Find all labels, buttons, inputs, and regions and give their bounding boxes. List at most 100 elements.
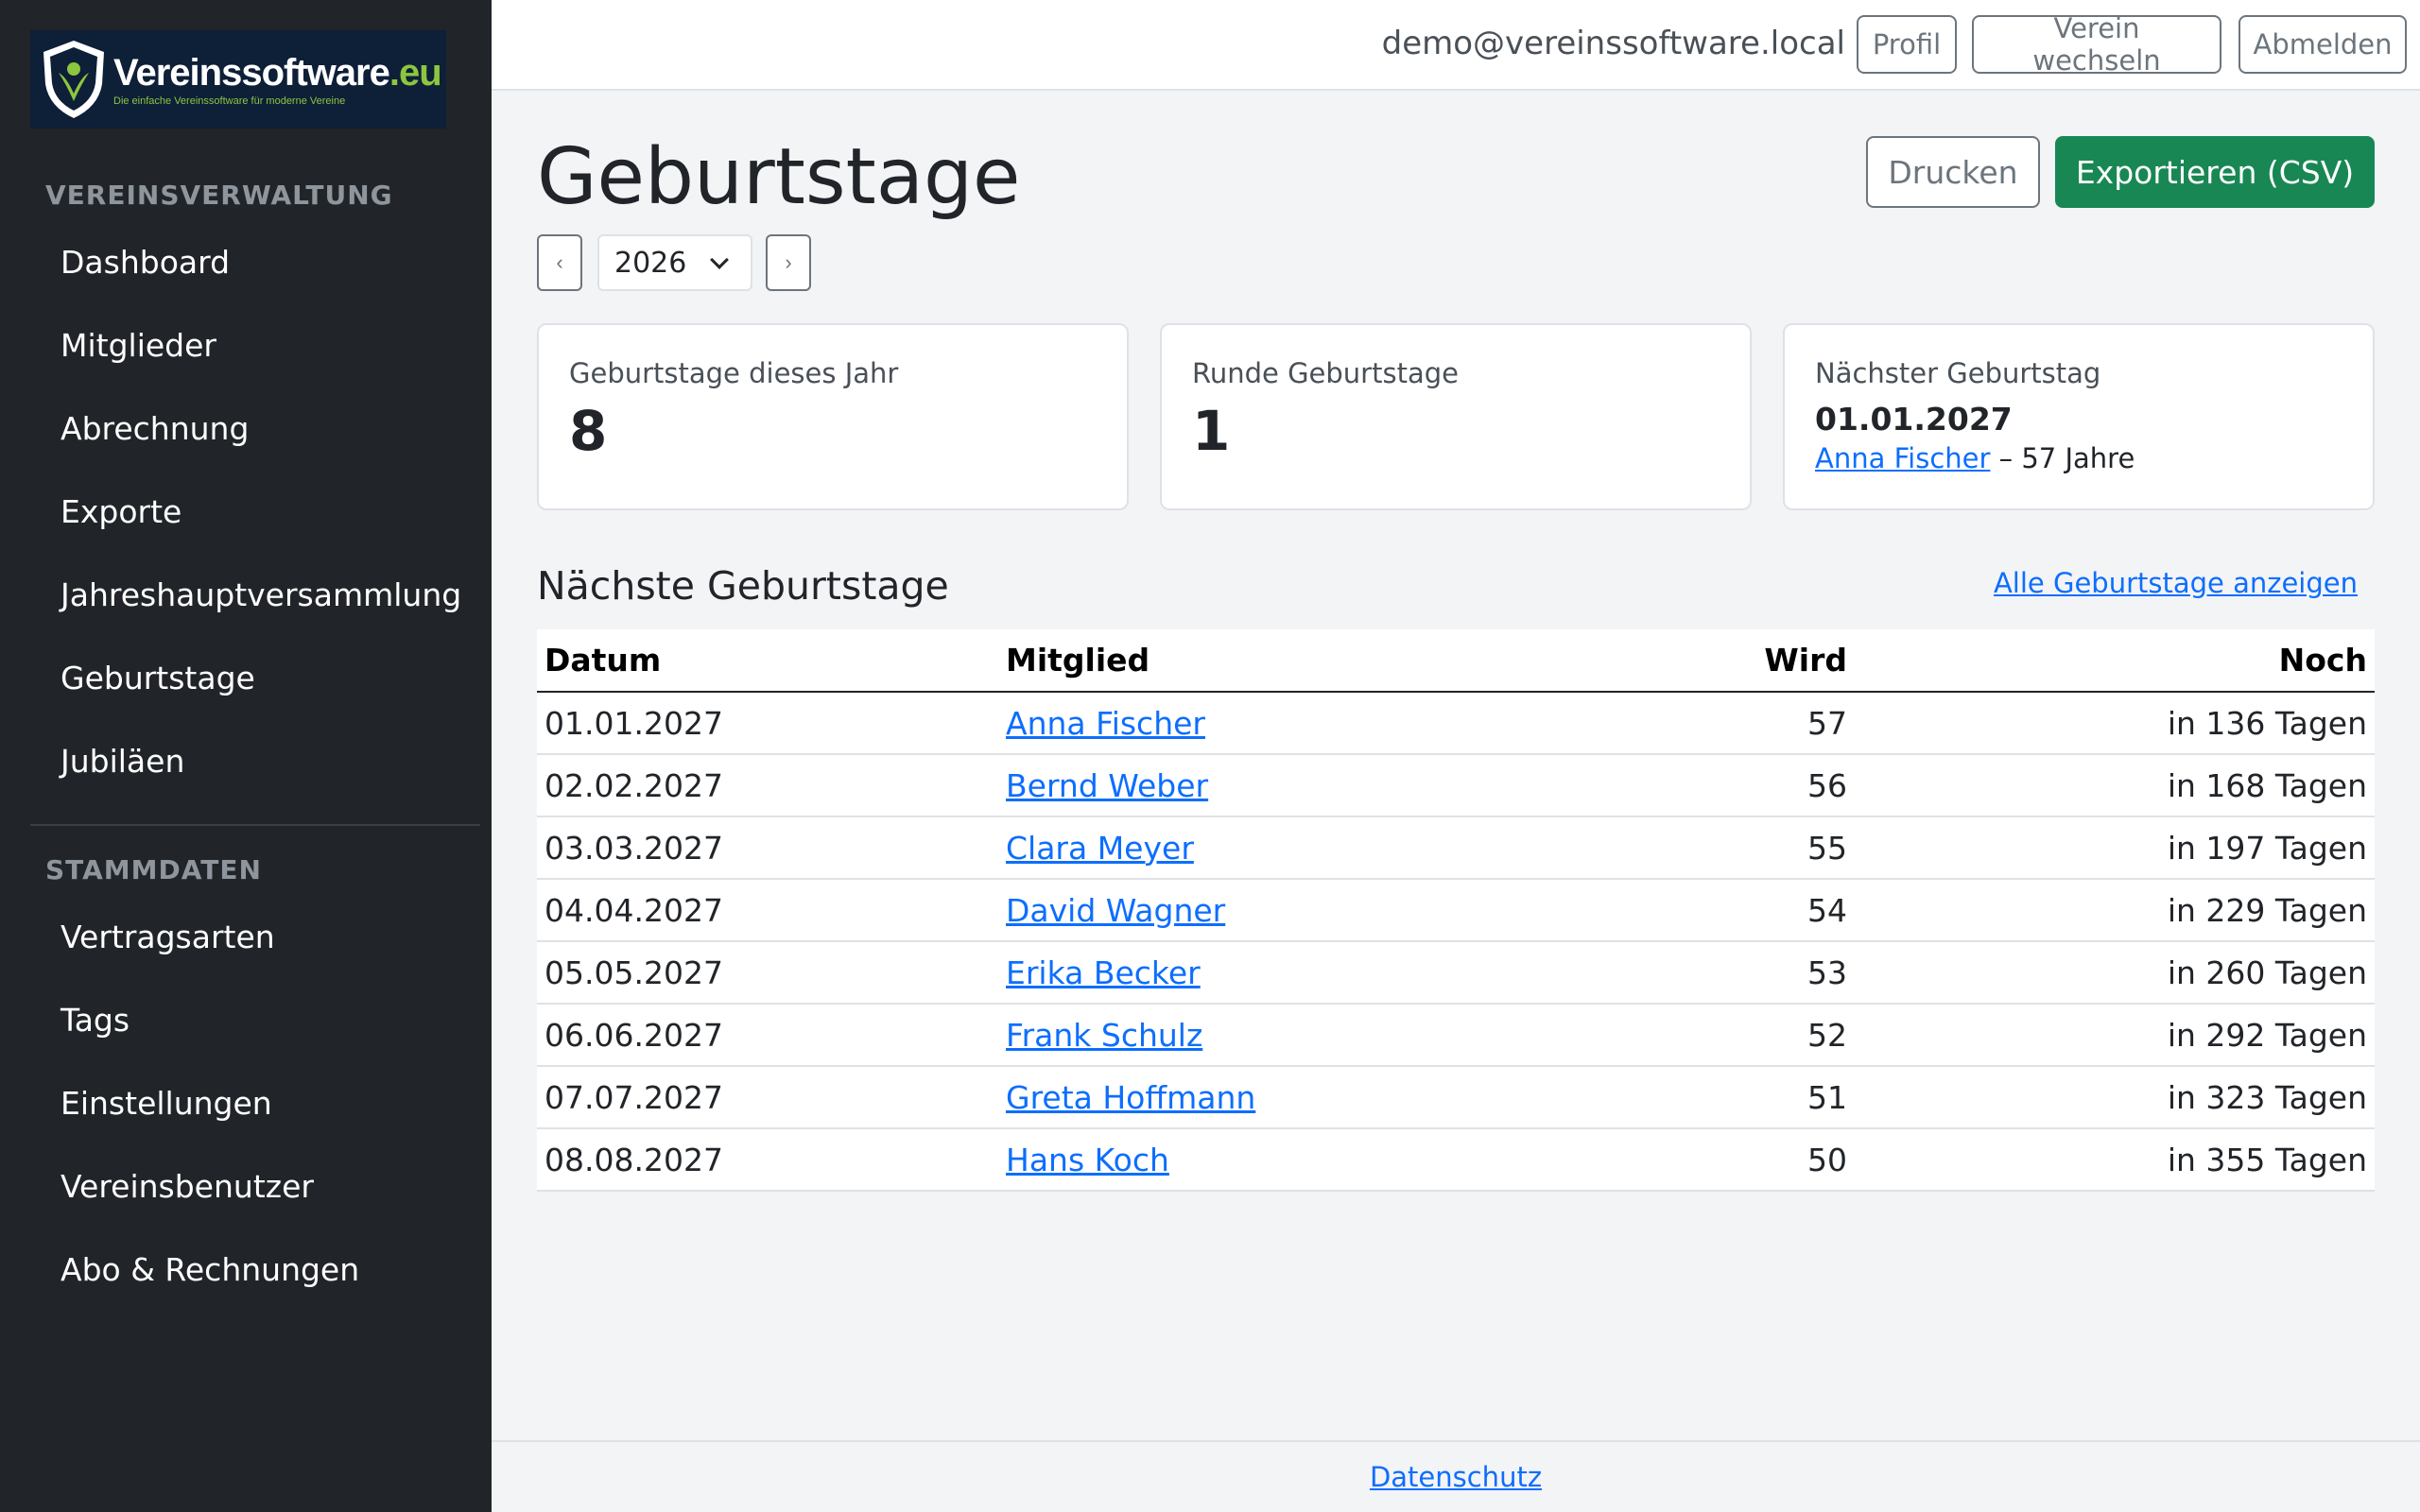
column-header-date: Datum — [537, 629, 998, 693]
stat-card-label: Nächster Geburtstag — [1815, 357, 2101, 389]
sidebar-item-vertragsarten[interactable]: Vertragsarten — [60, 919, 275, 955]
cell-date: 06.06.2027 — [537, 1004, 998, 1067]
profile-button[interactable]: Profil — [1857, 15, 1957, 74]
show-all-birthdays-link[interactable]: Alle Geburtstage anzeigen — [1994, 567, 2358, 599]
cell-member: Bernd Weber — [998, 754, 1452, 817]
cell-member: David Wagner — [998, 879, 1452, 942]
table-row: 04.04.2027 David Wagner 54 in 229 Tagen — [537, 879, 2375, 942]
section-title-upcoming: Nächste Geburtstage — [537, 563, 949, 609]
table-row: 06.06.2027 Frank Schulz 52 in 292 Tagen — [537, 1004, 2375, 1067]
member-link[interactable]: Erika Becker — [1006, 954, 1201, 991]
cell-date: 07.07.2027 — [537, 1066, 998, 1129]
sidebar-heading-vereinsverwaltung: VEREINSVERWALTUNG — [45, 180, 393, 211]
stat-card-value: 8 — [569, 399, 608, 463]
stat-card-label: Geburtstage dieses Jahr — [569, 357, 899, 389]
chevron-down-icon — [710, 250, 729, 269]
column-header-age: Wird — [1452, 629, 1855, 693]
birthdays-table: Datum Mitglied Wird Noch 01.01.2027 Anna… — [537, 629, 2375, 1192]
cell-date: 04.04.2027 — [537, 879, 998, 942]
privacy-link[interactable]: Datenschutz — [1370, 1461, 1542, 1493]
sidebar-item-mitglieder[interactable]: Mitglieder — [60, 327, 216, 364]
switch-club-button[interactable]: Verein wechseln — [1972, 12, 2221, 77]
cell-age: 57 — [1452, 692, 1855, 755]
cell-remaining: in 260 Tagen — [1855, 941, 2375, 1005]
table-row: 02.02.2027 Bernd Weber 56 in 168 Tagen — [537, 754, 2375, 817]
column-header-remaining: Noch — [1855, 629, 2375, 693]
year-select-value: 2026 — [614, 246, 687, 280]
cell-age: 54 — [1452, 879, 1855, 942]
cell-remaining: in 168 Tagen — [1855, 754, 2375, 817]
cell-remaining: in 136 Tagen — [1855, 692, 2375, 755]
table-row: 07.07.2027 Greta Hoffmann 51 in 323 Tage… — [537, 1066, 2375, 1129]
next-birthday-member-link[interactable]: Anna Fischer — [1815, 442, 1990, 474]
sidebar-item-einstellungen[interactable]: Einstellungen — [60, 1085, 272, 1122]
column-header-member: Mitglied — [998, 629, 1452, 693]
brand-title: Vereinssoftware.eu — [113, 52, 442, 94]
cell-member: Frank Schulz — [998, 1004, 1452, 1067]
member-link[interactable]: Hans Koch — [1006, 1142, 1169, 1178]
cell-age: 56 — [1452, 754, 1855, 817]
sidebar-heading-stammdaten: STAMMDATEN — [45, 854, 262, 885]
stat-card-label: Runde Geburtstage — [1192, 357, 1459, 389]
page-title: Geburtstage — [537, 132, 1021, 222]
member-link[interactable]: David Wagner — [1006, 892, 1225, 929]
stat-card-value: 1 — [1192, 399, 1231, 463]
cell-date: 01.01.2027 — [537, 692, 998, 755]
cell-date: 02.02.2027 — [537, 754, 998, 817]
sidebar-item-jahreshauptversammlung[interactable]: Jahreshauptversammlung — [60, 576, 461, 613]
cell-member: Hans Koch — [998, 1128, 1452, 1192]
topbar: demo@vereinssoftware.local Profil Verein… — [492, 0, 2420, 91]
sidebar-item-geburtstage[interactable]: Geburtstage — [60, 660, 255, 696]
cell-remaining: in 229 Tagen — [1855, 879, 2375, 942]
year-select[interactable]: 2026 — [597, 234, 752, 291]
member-link[interactable]: Frank Schulz — [1006, 1017, 1202, 1054]
next-year-button[interactable]: › — [766, 234, 811, 291]
table-row: 05.05.2027 Erika Becker 53 in 260 Tagen — [537, 941, 2375, 1005]
sidebar-item-abrechnung[interactable]: Abrechnung — [60, 410, 249, 447]
cell-age: 53 — [1452, 941, 1855, 1005]
logout-button[interactable]: Abmelden — [2238, 15, 2407, 74]
print-button[interactable]: Drucken — [1866, 136, 2040, 208]
cell-remaining: in 292 Tagen — [1855, 1004, 2375, 1067]
shield-logo-icon — [43, 41, 104, 118]
cell-remaining: in 355 Tagen — [1855, 1128, 2375, 1192]
member-link[interactable]: Anna Fischer — [1006, 705, 1205, 742]
cell-date: 03.03.2027 — [537, 816, 998, 880]
stat-card-round-birthdays: Runde Geburtstage 1 — [1160, 323, 1752, 510]
cell-member: Greta Hoffmann — [998, 1066, 1452, 1129]
next-birthday-date: 01.01.2027 — [1815, 401, 2013, 438]
cell-member: Anna Fischer — [998, 692, 1452, 755]
cell-age: 50 — [1452, 1128, 1855, 1192]
sidebar-item-jubilaeen[interactable]: Jubiläen — [60, 743, 184, 780]
cell-date: 05.05.2027 — [537, 941, 998, 1005]
cell-date: 08.08.2027 — [537, 1128, 998, 1192]
user-email: demo@vereinssoftware.local — [1381, 25, 1845, 62]
sidebar-divider — [30, 824, 480, 826]
cell-remaining: in 197 Tagen — [1855, 816, 2375, 880]
sidebar: Vereinssoftware.eu Die einfache Vereinss… — [0, 0, 492, 1512]
stat-card-next-birthday: Nächster Geburtstag 01.01.2027 Anna Fisc… — [1783, 323, 2375, 510]
export-csv-button[interactable]: Exportieren (CSV) — [2055, 136, 2375, 208]
brand-tagline: Die einfache Vereinssoftware für moderne… — [113, 95, 346, 107]
member-link[interactable]: Bernd Weber — [1006, 767, 1208, 804]
cell-remaining: in 323 Tagen — [1855, 1066, 2375, 1129]
member-link[interactable]: Clara Meyer — [1006, 830, 1194, 867]
sidebar-item-vereinsbenutzer[interactable]: Vereinsbenutzer — [60, 1168, 314, 1205]
sidebar-item-exporte[interactable]: Exporte — [60, 493, 182, 530]
cell-member: Clara Meyer — [998, 816, 1452, 880]
cell-age: 52 — [1452, 1004, 1855, 1067]
cell-member: Erika Becker — [998, 941, 1452, 1005]
cell-age: 51 — [1452, 1066, 1855, 1129]
table-row: 08.08.2027 Hans Koch 50 in 355 Tagen — [537, 1128, 2375, 1192]
table-row: 03.03.2027 Clara Meyer 55 in 197 Tagen — [537, 816, 2375, 880]
sidebar-item-tags[interactable]: Tags — [60, 1002, 130, 1039]
previous-year-button[interactable]: ‹ — [537, 234, 582, 291]
member-link[interactable]: Greta Hoffmann — [1006, 1079, 1255, 1116]
brand-logo[interactable]: Vereinssoftware.eu Die einfache Vereinss… — [30, 30, 446, 129]
next-birthday-member: Anna Fischer – 57 Jahre — [1815, 442, 2135, 474]
footer: Datenschutz — [492, 1440, 2420, 1512]
sidebar-item-dashboard[interactable]: Dashboard — [60, 244, 230, 281]
cell-age: 55 — [1452, 816, 1855, 880]
sidebar-item-abo-rechnungen[interactable]: Abo & Rechnungen — [60, 1251, 359, 1288]
next-birthday-age: – 57 Jahre — [1990, 442, 2135, 474]
